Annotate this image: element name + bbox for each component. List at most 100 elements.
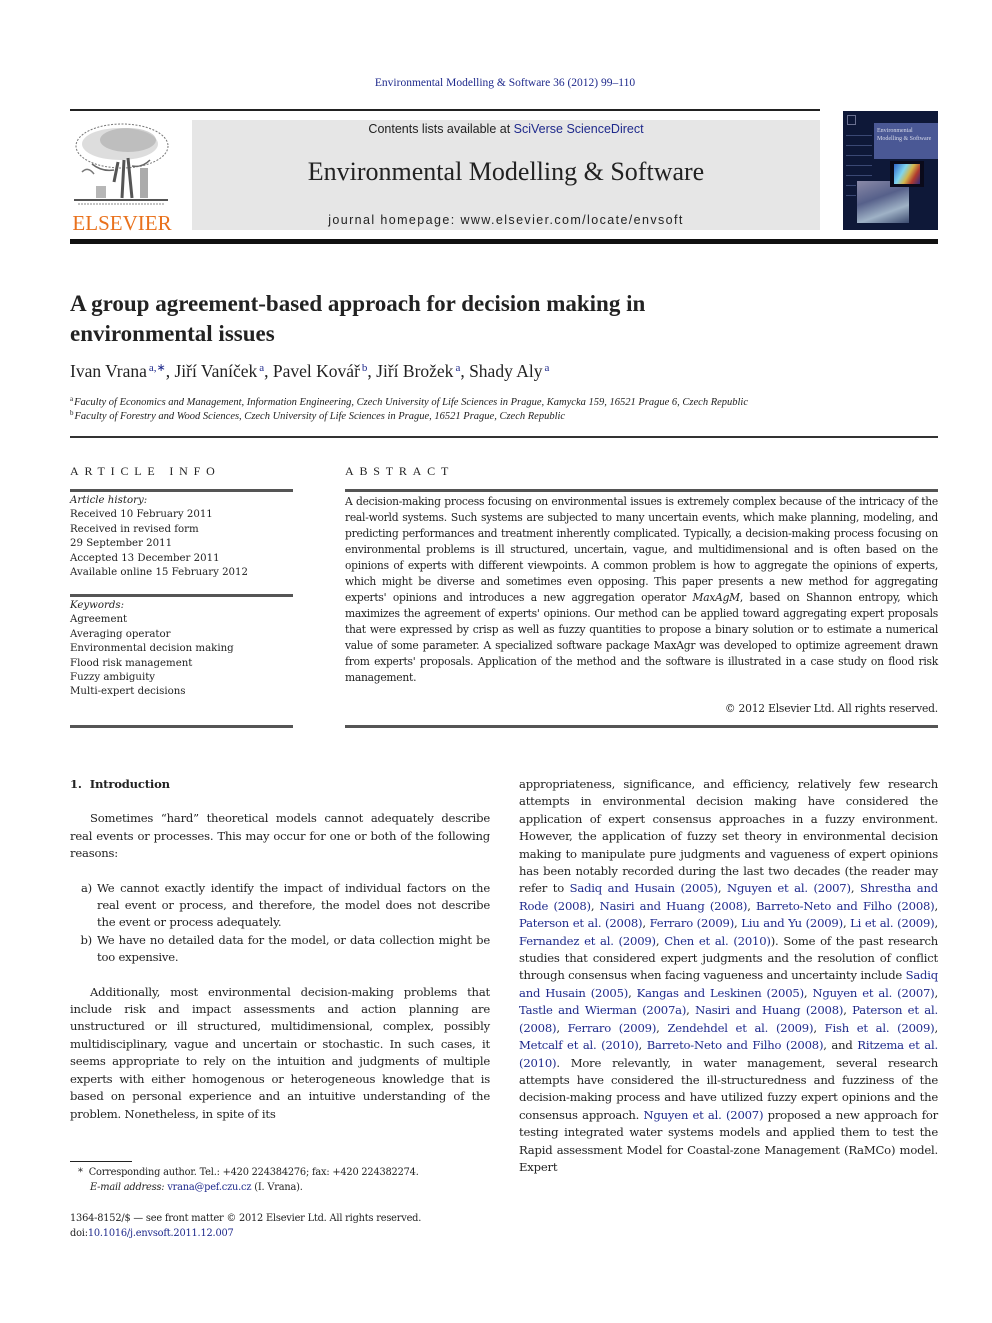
corresponding-author-text: Corresponding author. Tel.: +420 2243842…: [88, 1167, 419, 1178]
journal-homepage[interactable]: journal homepage: www.elsevier.com/locat…: [192, 213, 820, 227]
author-name: Pavel Kovář: [272, 361, 360, 381]
keywords-rule: [70, 594, 293, 597]
citation-link[interactable]: Liu and Yu (2009): [741, 916, 843, 930]
keyword: Fuzzy ambiguity: [70, 672, 156, 684]
keyword: Averaging operator: [70, 628, 171, 640]
keywords: Keywords: Agreement Averaging operator E…: [70, 599, 293, 700]
body-text: ,: [934, 916, 938, 931]
citation-link[interactable]: Nasiri and Huang (2008): [695, 1003, 843, 1017]
body-text: ,: [717, 881, 728, 896]
author-affiliation-marker[interactable]: a: [455, 362, 460, 374]
author-name: Jiří Brožek: [376, 361, 454, 381]
citation-link[interactable]: Zendehdel et al. (2009): [667, 1021, 813, 1035]
article-history: Article history: Received 10 February 20…: [70, 494, 293, 580]
history-entry: Received 10 February 2011: [70, 509, 213, 521]
doi-link[interactable]: 10.1016/j.envsoft.2011.12.007: [88, 1228, 234, 1239]
affiliation-label: b: [70, 409, 74, 417]
citation-link[interactable]: Kangas and Leskinen (2005): [637, 986, 804, 1000]
author-name: Shady Aly: [469, 361, 543, 381]
citation-link[interactable]: Fish et al. (2009): [825, 1021, 935, 1035]
footnote-rule: [70, 1161, 132, 1162]
cover-title: Environmental Modelling & Software: [874, 123, 938, 159]
citation-link[interactable]: Metcalf et al. (2010): [519, 1038, 639, 1052]
email-label: E-mail address:: [90, 1182, 165, 1193]
keyword: Environmental decision making: [70, 643, 234, 655]
citation-link[interactable]: Paterson et al. (2008): [519, 916, 643, 930]
journal-banner: Contents lists available at SciVerse Sci…: [192, 120, 820, 230]
abstract-bottom-rule: [345, 725, 938, 728]
author-name: Ivan Vrana: [70, 361, 147, 381]
abstract-rule: [345, 489, 938, 492]
body-text: ,: [642, 916, 650, 931]
author-affiliation-marker[interactable]: b: [362, 362, 368, 374]
citation-link[interactable]: Nguyen et al. (2007): [727, 881, 851, 895]
body-text: ,: [656, 1020, 668, 1035]
email-suffix: (I. Vrana).: [251, 1182, 303, 1193]
body-text: ,: [628, 985, 637, 1000]
body-text: ,: [590, 898, 600, 913]
journal-title: Environmental Modelling & Software: [307, 157, 705, 186]
citation-link[interactable]: Ferraro (2009): [568, 1021, 657, 1035]
list-marker: b): [80, 932, 92, 947]
issn-text: 1364-8152/$ — see front matter © 2012 El…: [70, 1213, 422, 1224]
sciencedirect-link[interactable]: SciVerse ScienceDirect: [514, 122, 644, 136]
article-title: A group agreement-based approach for dec…: [70, 291, 646, 346]
body-text: appropriateness, significance, and effic…: [519, 777, 938, 896]
citation-link[interactable]: Barreto-Neto and Filho (2008): [756, 899, 935, 913]
citation-link[interactable]: Ferraro (2009): [650, 916, 735, 930]
keyword: Flood risk management: [70, 657, 193, 669]
author-affiliation-marker[interactable]: a,∗: [149, 362, 166, 374]
author-name: Jiří Vaníček: [174, 361, 258, 381]
abstract-heading: ABSTRACT: [345, 464, 455, 478]
affiliation: aFaculty of Economics and Management, In…: [70, 395, 940, 408]
history-entry: 29 September 2011: [70, 538, 173, 550]
journal-cover-thumbnail[interactable]: Environmental Modelling & Software: [843, 111, 938, 230]
body-text: ,: [850, 881, 860, 896]
corresponding-author-footnote: * Corresponding author. Tel.: +420 224384…: [70, 1165, 500, 1195]
body-text: ,: [686, 1003, 696, 1018]
citation-link[interactable]: Fernandez et al. (2009): [519, 934, 656, 948]
citation-link[interactable]: Barreto-Neto and Filho (2008): [647, 1038, 824, 1052]
citation-link[interactable]: Nguyen et al. (2007): [643, 1108, 763, 1122]
author-list: Ivan Vrana a,∗, Jiří Vaníček a, Pavel Ková…: [70, 361, 550, 381]
intro-paragraph-continued: appropriateness, significance, and effic…: [519, 776, 938, 1176]
article-info-rule: [70, 489, 293, 492]
history-entry: Accepted 13 December 2011: [70, 552, 220, 564]
affiliation: bFaculty of Forestry and Wood Sciences, …: [70, 409, 940, 422]
author-affiliation-marker[interactable]: a: [545, 362, 550, 374]
elsevier-logo[interactable]: ELSEVIER: [70, 118, 174, 235]
cover-formula-line: [846, 175, 872, 176]
body-text: , and: [823, 1038, 858, 1053]
article-info-heading: ARTICLE INFO: [70, 464, 221, 478]
keywords-label: Keywords:: [70, 600, 125, 611]
elsevier-wordmark: ELSEVIER: [72, 211, 172, 235]
abstract-part: , based on Shannon entropy, which maximi…: [345, 591, 938, 684]
citation-link[interactable]: Li et al. (2009): [850, 916, 935, 930]
body-left-column: 1. Introduction Sometimes “hard” theoreti…: [70, 776, 490, 1123]
history-entry: Available online 15 February 2012: [70, 567, 249, 579]
citation-link[interactable]: Nasiri and Huang (2008): [600, 899, 748, 913]
citation-link[interactable]: Nguyen et al. (2007): [812, 986, 934, 1000]
citation-link[interactable]: Chen et al. (2010): [664, 934, 771, 948]
journal-reference[interactable]: Environmental Modelling & Software 36 (2…: [0, 77, 992, 89]
section-number: 1.: [70, 777, 82, 791]
header-top-rule: [70, 109, 820, 111]
article-info-bottom-rule: [70, 725, 293, 728]
contents-prefix: Contents lists available at: [368, 122, 514, 136]
section-heading: 1. Introduction: [70, 776, 490, 793]
affiliation-text: Faculty of Forestry and Wood Sciences, C…: [74, 411, 566, 422]
keyword: Agreement: [70, 614, 128, 626]
author-affiliation-marker[interactable]: a: [259, 362, 264, 374]
list-text: We cannot exactly identify the impact of…: [97, 880, 490, 930]
cover-formula-line: [846, 185, 856, 186]
doi-label: doi:: [70, 1228, 88, 1239]
citation-link[interactable]: Tastle and Wierman (2007a): [519, 1003, 686, 1017]
cover-formula-line: [846, 145, 872, 146]
citation-link[interactable]: Sadiq and Husain (2005): [570, 881, 718, 895]
affiliation-label: a: [70, 395, 74, 403]
cover-satellite-image: [857, 181, 909, 223]
intro-paragraph: Additionally, most environmental decisio…: [70, 984, 490, 1121]
abstract-text: A decision-making process focusing on en…: [345, 494, 938, 686]
list-text: We have no detailed data for the model, …: [97, 932, 490, 965]
email-link[interactable]: vrana@pef.czu.cz: [167, 1182, 251, 1193]
